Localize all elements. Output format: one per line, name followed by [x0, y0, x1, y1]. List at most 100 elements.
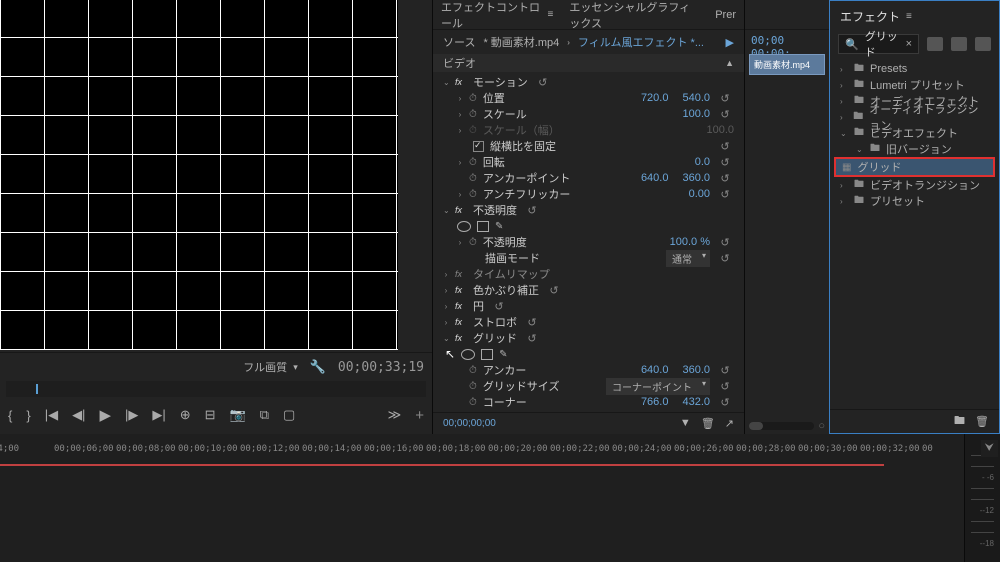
- reset-icon[interactable]: ↺: [716, 172, 734, 185]
- mini-timecode[interactable]: 00;00 00;00;: [745, 30, 829, 54]
- step-back-icon[interactable]: ◀|: [72, 407, 85, 423]
- rect-mask-icon[interactable]: [477, 221, 489, 232]
- reset-icon[interactable]: ↺: [523, 316, 541, 329]
- preview-timecode[interactable]: 00;00;33;19: [338, 360, 424, 375]
- timeline-ruler[interactable]: 04;0000;00;06;0000;00;08;0000;00;10;0000…: [0, 444, 964, 464]
- prop-grid-corner[interactable]: ⏱ コーナー 766.0 432.0 ↺: [433, 394, 744, 410]
- preview-time-ruler[interactable]: [6, 381, 426, 397]
- hamburger-icon[interactable]: ≡: [906, 11, 912, 22]
- folder-lumetri[interactable]: ›🖿Lumetri プリセット: [830, 77, 999, 93]
- timeline-main[interactable]: 04;0000;00;06;0000;00;08;0000;00;10;0000…: [0, 434, 964, 562]
- pen-mask-icon[interactable]: ✎: [495, 221, 503, 232]
- stopwatch-icon[interactable]: ⏱: [469, 93, 477, 104]
- reset-icon[interactable]: ↺: [716, 108, 734, 121]
- prop-grid-anchor[interactable]: ⏱ アンカー 640.0 360.0 ↺: [433, 362, 744, 378]
- delete-icon[interactable]: 🗑: [975, 415, 989, 428]
- export-frame-icon[interactable]: 📷: [230, 407, 246, 423]
- mini-scrollbar[interactable]: ○: [745, 418, 829, 434]
- collapse-icon[interactable]: ⮟: [981, 440, 998, 457]
- more-icon[interactable]: ≫: [388, 407, 402, 423]
- prop-rotation[interactable]: ›⏱ 回転 0.0 ↺: [433, 154, 744, 170]
- stopwatch-icon[interactable]: ⏱: [469, 173, 477, 184]
- grid-size-dropdown[interactable]: コーナーポイント: [606, 378, 710, 395]
- go-to-out-icon[interactable]: ▶|: [152, 407, 165, 423]
- fx-motion[interactable]: ⌄fx モーション ↺: [433, 74, 744, 90]
- folder-video-trans[interactable]: ›🖿ビデオトランジション: [830, 177, 999, 193]
- pen-mask-icon[interactable]: ✎: [499, 349, 507, 360]
- mark-in-icon[interactable]: {: [8, 408, 12, 423]
- fx-colorbalance[interactable]: ›fx 色かぶり補正 ↺: [433, 282, 744, 298]
- stopwatch-icon[interactable]: ⏱: [469, 109, 477, 120]
- trash-icon[interactable]: 🗑: [701, 417, 715, 430]
- reset-icon[interactable]: ↺: [716, 156, 734, 169]
- prop-position[interactable]: ›⏱ 位置 720.0 540.0 ↺: [433, 90, 744, 106]
- preview-viewport[interactable]: [0, 0, 432, 352]
- mark-out-icon[interactable]: }: [26, 408, 30, 423]
- stopwatch-icon[interactable]: ⏱: [469, 237, 477, 248]
- video-section-header[interactable]: ビデオ ▲: [433, 54, 744, 72]
- tab-effect-controls[interactable]: エフェクトコントロール ≡: [441, 0, 553, 31]
- tab-essential-graphics[interactable]: エッセンシャルグラフィックス: [569, 0, 699, 31]
- fx-timeremap[interactable]: ›fx タイムリマップ: [433, 266, 744, 282]
- add-button-icon[interactable]: +: [415, 407, 424, 424]
- yuv-icon[interactable]: [975, 37, 991, 51]
- stopwatch-icon[interactable]: ⏱: [469, 397, 477, 408]
- hamburger-icon[interactable]: ≡: [548, 9, 554, 20]
- reset-icon[interactable]: ↺: [490, 300, 508, 313]
- filter-icon[interactable]: ▼: [680, 417, 691, 430]
- reset-icon[interactable]: ↺: [716, 252, 734, 265]
- insert-icon[interactable]: ⊕: [180, 407, 191, 423]
- prop-scale[interactable]: ›⏱ スケール 100.0 ↺: [433, 106, 744, 122]
- stopwatch-icon[interactable]: ⏱: [469, 157, 477, 168]
- prop-opacity[interactable]: ›⏱ 不透明度 100.0 % ↺: [433, 234, 744, 250]
- compare-icon[interactable]: ⧉: [260, 407, 269, 423]
- effects-search-input[interactable]: 🔍 グリッド ×: [838, 34, 919, 54]
- prop-uniform-scale[interactable]: 縦横比を固定 ↺: [433, 138, 744, 154]
- source-timeline[interactable]: フィルム風エフェクト *...: [578, 34, 704, 50]
- blend-dropdown[interactable]: 通常: [666, 250, 710, 267]
- folder-old-version[interactable]: ⌄🖿旧バージョン: [830, 141, 999, 157]
- wrench-icon[interactable]: 🔧: [310, 359, 326, 375]
- zoom-dropdown[interactable]: フル画質 ▾: [243, 359, 298, 375]
- 32bit-icon[interactable]: [951, 37, 967, 51]
- reset-icon[interactable]: ↺: [716, 92, 734, 105]
- reset-icon[interactable]: ↺: [716, 364, 734, 377]
- prop-antiflicker[interactable]: ›⏱ アンチフリッカー 0.00 ↺: [433, 186, 744, 202]
- rect-mask-icon[interactable]: [481, 349, 493, 360]
- prop-anchor-point[interactable]: ⏱ アンカーポイント 640.0 360.0 ↺: [433, 170, 744, 186]
- reset-icon[interactable]: ↺: [545, 284, 563, 297]
- fx-strobe[interactable]: ›fx ストロボ ↺: [433, 314, 744, 330]
- stopwatch-icon[interactable]: ⏱: [469, 381, 477, 392]
- reset-icon[interactable]: ↺: [523, 204, 541, 217]
- go-to-in-icon[interactable]: |◀: [45, 407, 58, 423]
- ellipse-mask-icon[interactable]: [457, 221, 471, 232]
- reset-icon[interactable]: ↺: [534, 76, 552, 89]
- accelerated-icon[interactable]: [927, 37, 943, 51]
- timeline-track-area[interactable]: [0, 464, 884, 466]
- reset-icon[interactable]: ↺: [716, 236, 734, 249]
- reset-icon[interactable]: ↺: [716, 140, 734, 153]
- mini-clip[interactable]: 動画素材.mp4: [749, 54, 825, 75]
- folder-presets[interactable]: ›🖿Presets: [830, 61, 999, 77]
- ellipse-mask-icon[interactable]: [461, 349, 475, 360]
- play-icon[interactable]: ▶: [99, 406, 111, 424]
- reset-icon[interactable]: ↺: [716, 396, 734, 409]
- footer-timecode[interactable]: 00;00;00;00: [443, 418, 496, 429]
- reset-icon[interactable]: ↺: [523, 332, 541, 345]
- clear-icon[interactable]: ×: [906, 38, 912, 50]
- step-forward-icon[interactable]: |▶: [125, 407, 138, 423]
- stopwatch-icon[interactable]: ⏱: [469, 365, 477, 376]
- folder-audio-trans[interactable]: ›🖿オーディオトランジション: [830, 109, 999, 125]
- fx-circle[interactable]: ›fx 円 ↺: [433, 298, 744, 314]
- tab-preview-short[interactable]: Prer: [715, 9, 736, 21]
- prop-blend-mode[interactable]: 描画モード 通常 ↺: [433, 250, 744, 266]
- prop-grid-size[interactable]: ⏱ グリッドサイズ コーナーポイント ↺: [433, 378, 744, 394]
- reset-icon[interactable]: ↺: [716, 188, 734, 201]
- overwrite-icon[interactable]: ⊟: [205, 407, 216, 423]
- folder-preset[interactable]: ›🖿プリセット: [830, 193, 999, 209]
- stopwatch-icon[interactable]: ⏱: [469, 189, 477, 200]
- reset-icon[interactable]: ↺: [716, 380, 734, 393]
- tab-effects[interactable]: エフェクト: [840, 8, 900, 25]
- fx-opacity[interactable]: ⌄fx 不透明度 ↺: [433, 202, 744, 218]
- effect-grid[interactable]: ▦グリッド: [834, 157, 995, 177]
